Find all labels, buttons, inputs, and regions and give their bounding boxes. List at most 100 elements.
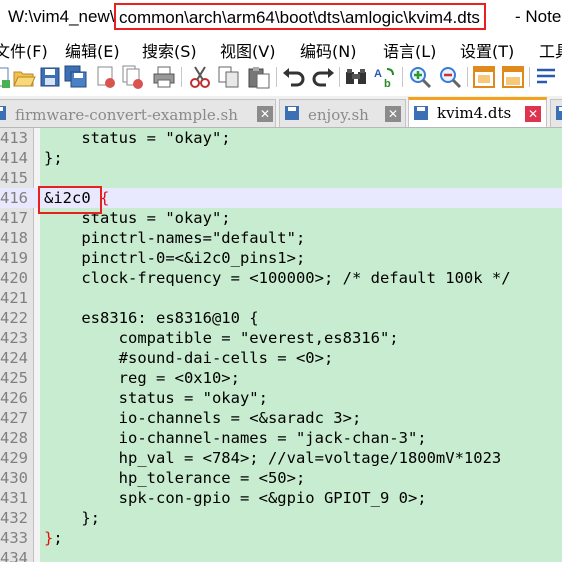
code-line: 419 pinctrl-0=<&i2c0_pins1>; (0, 248, 562, 268)
save-icon[interactable] (37, 64, 63, 90)
line-number: 419 (0, 249, 28, 267)
line-text: clock-frequency = <100000>; /* default 1… (44, 269, 511, 287)
line-text: io-channels = <&saradc 3>; (44, 409, 362, 427)
line-number: 423 (0, 329, 28, 347)
svg-text:A: A (374, 68, 382, 80)
line-text: compatible = "everest,es8316"; (44, 329, 399, 347)
code-line: 414}; (0, 148, 562, 168)
line-number: 418 (0, 229, 28, 247)
code-line: 423 compatible = "everest,es8316"; (0, 328, 562, 348)
file-saved-icon (555, 105, 562, 121)
code-line: 428 io-channel-names = "jack-chan-3"; (0, 428, 562, 448)
save-all-icon[interactable] (63, 64, 89, 90)
code-line: 429 hp_val = <784>; //val=voltage/1800mV… (0, 448, 562, 468)
code-line: 422 es8316: es8316@10 { (0, 308, 562, 328)
find-icon[interactable] (343, 64, 369, 90)
toolbar-separator (181, 67, 182, 87)
line-number: 420 (0, 269, 28, 287)
line-number: 414 (0, 149, 28, 167)
line-text: }; (44, 509, 100, 527)
line-number: 413 (0, 129, 28, 147)
code-line: 413 status = "okay"; (0, 128, 562, 148)
line-number: 427 (0, 409, 28, 427)
menu-file[interactable]: 文件(F) (0, 38, 48, 62)
tab-close-icon[interactable]: ✕ (385, 106, 401, 122)
tab-label: kvim4.dts (437, 104, 512, 122)
matched-brace: } (44, 529, 54, 547)
line-text: }; (44, 149, 63, 167)
tab-overflow[interactable] (550, 99, 562, 127)
tab-kvim4-dts[interactable]: kvim4.dts ✕ (408, 97, 547, 127)
code-line: 434 (0, 548, 562, 562)
sync-vertical-icon[interactable] (471, 64, 497, 90)
code-editor[interactable]: 413 status = "okay"; 414}; 415 416 &i2c0 … (0, 128, 562, 562)
line-text: hp_val = <784>; //val=voltage/1800mV*102… (44, 449, 502, 467)
file-saved-icon (413, 105, 429, 121)
code-line: 420 clock-frequency = <100000>; /* defau… (0, 268, 562, 288)
line-number: 430 (0, 469, 28, 487)
cut-icon[interactable] (187, 64, 213, 90)
tab-label: enjoy.sh (308, 106, 369, 124)
open-file-icon[interactable] (11, 64, 37, 90)
code-line: 431 spk-con-gpio = <&gpio GPIOT_9 0>; (0, 488, 562, 508)
code-line: 425 reg = <0x10>; (0, 368, 562, 388)
tab-close-icon[interactable]: ✕ (525, 106, 541, 122)
code-line: 415 (0, 168, 562, 188)
code-line: 430 hp_tolerance = <50>; (0, 468, 562, 488)
tab-bar: firmware-convert-example.sh ✕ enjoy.sh ✕… (0, 96, 562, 128)
redo-icon[interactable] (310, 64, 336, 90)
line-number: 433 (0, 529, 28, 547)
menu-view[interactable]: 视图(V) (220, 38, 275, 62)
line-text: pinctrl-names="default"; (44, 229, 306, 247)
tab-label: firmware-convert-example.sh (15, 106, 238, 124)
menu-settings[interactable]: 设置(T) (460, 38, 514, 62)
paste-icon[interactable] (246, 64, 272, 90)
line-text: status = "okay"; (44, 129, 231, 147)
zoom-out-icon[interactable] (437, 64, 463, 90)
code-line: 418 pinctrl-names="default"; (0, 228, 562, 248)
toolbar-separator (467, 67, 468, 87)
tab-enjoy-sh[interactable]: enjoy.sh ✕ (279, 99, 406, 127)
menu-search[interactable]: 搜索(S) (142, 38, 197, 62)
toolbar-separator (529, 67, 530, 87)
tab-close-icon[interactable]: ✕ (257, 106, 273, 122)
line-number: 431 (0, 489, 28, 507)
close-all-icon[interactable] (120, 64, 146, 90)
line-text: spk-con-gpio = <&gpio GPIOT_9 0>; (44, 489, 427, 507)
title-path-highlighted: common\arch\arm64\boot\dts\amlogic\kvim4… (114, 3, 486, 30)
code-line: 432 }; (0, 508, 562, 528)
line-text: reg = <0x10>; (44, 369, 240, 387)
line-number: 424 (0, 349, 28, 367)
word-wrap-icon[interactable] (534, 64, 560, 90)
menu-edit[interactable]: 编辑(E) (65, 38, 120, 62)
line-number: 434 (0, 549, 28, 562)
code-line: 427 io-channels = <&saradc 3>; (0, 408, 562, 428)
tab-firmware-convert-example[interactable]: firmware-convert-example.sh ✕ (0, 99, 276, 127)
print-icon[interactable] (151, 64, 177, 90)
undo-icon[interactable] (281, 64, 307, 90)
menu-encoding[interactable]: 编码(N) (300, 38, 356, 62)
toolbar-separator (339, 67, 340, 87)
copy-icon[interactable] (216, 64, 242, 90)
line-number: 428 (0, 429, 28, 447)
title-app-suffix: - Note (515, 7, 562, 26)
line-text: pinctrl-0=<&i2c0_pins1>; (44, 249, 306, 267)
code-line: 421 (0, 288, 562, 308)
menu-tools[interactable]: 工具 (539, 38, 562, 62)
line-text: io-channel-names = "jack-chan-3"; (44, 429, 427, 447)
line-number: 425 (0, 369, 28, 387)
menu-language[interactable]: 语言(L) (383, 38, 436, 62)
file-saved-icon (284, 105, 300, 121)
sync-horizontal-icon[interactable] (500, 64, 526, 90)
line-number: 421 (0, 289, 28, 307)
title-path-prefix: W:\vim4_new\ (8, 7, 115, 26)
code-line: 426 status = "okay"; (0, 388, 562, 408)
zoom-in-icon[interactable] (407, 64, 433, 90)
line-text: status = "okay"; (44, 209, 231, 227)
toolbar: Ab (0, 62, 562, 92)
code-line: 433}; (0, 528, 562, 548)
close-icon[interactable] (93, 64, 119, 90)
file-saved-icon (0, 105, 7, 121)
code-line: 417 status = "okay"; (0, 208, 562, 228)
replace-icon[interactable]: Ab (372, 64, 398, 90)
